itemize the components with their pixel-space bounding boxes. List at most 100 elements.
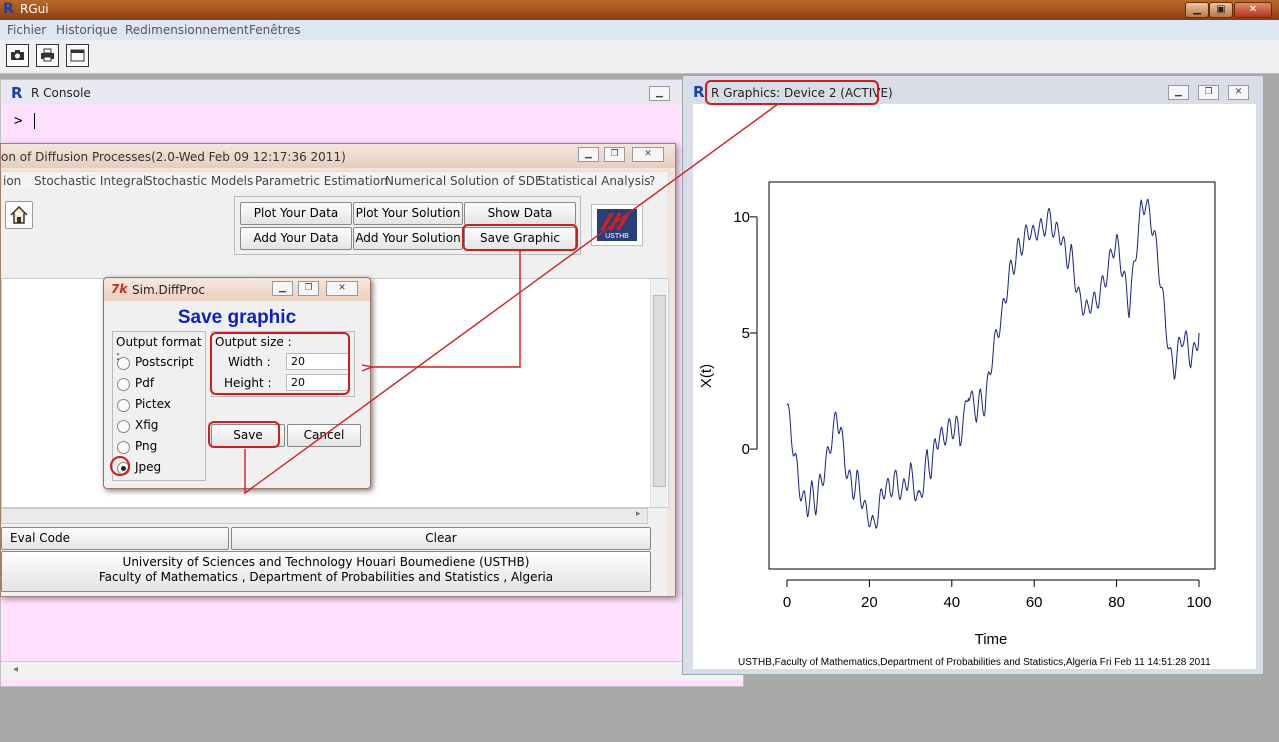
menu-fichier[interactable]: Fichier [7, 23, 46, 37]
scroll-right-icon[interactable]: ▸ [636, 509, 641, 519]
menu-help[interactable]: ? [649, 174, 655, 188]
menu-statistical-analysis[interactable]: Statistical Analysis [538, 174, 651, 188]
tk-feather-icon: 7k [111, 282, 128, 296]
y-tick-label: 10 [733, 209, 750, 226]
dialog-minimize-button[interactable]: ▁ [272, 281, 293, 296]
label-pictex: Pictex [135, 397, 171, 411]
x-tick-label: 60 [1026, 594, 1043, 611]
dialog-heading: Save graphic [177, 307, 297, 328]
university-line-1: University of Sciences and Technology Ho… [122, 555, 530, 569]
dialog-titlebar: 7k Sim.DiffProc ▁ ❐ ✕ [104, 278, 370, 301]
graphics-title-highlight [705, 80, 879, 105]
radio-postscript[interactable] [117, 357, 130, 370]
diffusion-minimize-button[interactable]: ▁ [578, 147, 599, 162]
menu-historique[interactable]: Historique [56, 23, 118, 37]
add-data-button[interactable]: Add Your Data [240, 227, 352, 250]
menu-stochastic-models[interactable]: Stochastic Models [145, 174, 253, 188]
size-highlight [210, 332, 350, 395]
add-solution-button[interactable]: Add Your Solution [353, 227, 463, 250]
console-title: R Console [31, 86, 91, 100]
dialog-content: Save graphic Output format : Postscript … [109, 305, 365, 485]
console-titlebar: R R Console ▁ [1, 80, 743, 104]
text-cursor [34, 113, 35, 129]
dialog-close-button[interactable]: ✕ [326, 281, 358, 296]
y-tick-label: 5 [742, 325, 750, 342]
menu-fenetres[interactable]: Fenêtres [249, 23, 301, 37]
app-title: RGui [20, 2, 49, 16]
y-axis-label: X(t) [698, 364, 715, 388]
x-tick-label: 100 [1186, 594, 1211, 611]
eval-code-button[interactable]: Eval Code [1, 527, 229, 550]
label-xfig: Xfig [135, 418, 159, 432]
series-line [786, 198, 1200, 529]
app-titlebar: R RGui ▁ ▣ ✕ [0, 0, 1279, 20]
menu-stochastic-integral[interactable]: Stochastic Integral [34, 174, 146, 188]
x-tick-label: 0 [783, 594, 791, 611]
eval-code-label: Eval Code [10, 531, 70, 545]
dialog-restore-button[interactable]: ❐ [298, 281, 319, 296]
menu-parametric-estimation[interactable]: Parametric Estimation [255, 174, 388, 188]
clear-button[interactable]: Clear [231, 527, 651, 550]
console-minimize-button[interactable]: ▁ [649, 86, 670, 101]
diffusion-menubar: ion Stochastic Integral Stochastic Model… [1, 171, 669, 191]
vertical-scrollbar[interactable] [650, 279, 667, 507]
menubar: Fichier Historique Redimensionnement Fen… [0, 20, 1279, 40]
horizontal-scrollbar[interactable]: ▸ [1, 508, 648, 524]
show-data-button[interactable]: Show Data [464, 202, 576, 225]
cancel-button[interactable]: Cancel [287, 424, 361, 447]
save-highlight [208, 421, 280, 448]
close-button[interactable]: ✕ [1234, 2, 1272, 18]
camera-icon[interactable] [6, 44, 29, 67]
university-banner: University of Sciences and Technology Ho… [1, 551, 651, 592]
jpeg-highlight [110, 456, 130, 476]
line-chart: 0 20 40 60 80 100 0 5 10 Time X(t) USTHB,Facult… [698, 181, 1216, 668]
dialog-title: Sim.DiffProc [132, 283, 205, 297]
printer-icon[interactable] [36, 44, 59, 67]
label-pdf: Pdf [135, 376, 155, 390]
graphics-close-button[interactable]: ✕ [1228, 85, 1249, 100]
graphics-minimize-button[interactable]: ▁ [1168, 85, 1189, 100]
diffusion-titlebar: on of Diffusion Processes(2.0-Wed Feb 09… [1, 144, 675, 168]
scroll-left-icon[interactable]: ◂ [13, 664, 18, 675]
menu-redimensionnement[interactable]: Redimensionnement [125, 23, 249, 37]
maximize-button[interactable]: ▣ [1209, 2, 1233, 18]
x-axis: 0 20 40 60 80 100 [783, 579, 1212, 611]
usthb-logo: USTHB [591, 204, 643, 246]
radio-png[interactable] [117, 441, 130, 454]
label-postscript: Postscript [135, 355, 194, 369]
save-graphic-dialog: 7k Sim.DiffProc ▁ ❐ ✕ Save graphic Outpu… [103, 277, 371, 489]
r-logo-icon: R [3, 1, 14, 17]
plot-solution-button[interactable]: Plot Your Solution [353, 202, 463, 225]
label-png: Png [135, 439, 158, 453]
minimize-button[interactable]: ▁ [1185, 2, 1209, 18]
graphics-restore-button[interactable]: ❐ [1198, 85, 1219, 100]
r-logo-icon: R [11, 84, 23, 102]
diffusion-restore-button[interactable]: ❐ [604, 147, 625, 162]
diffusion-title: on of Diffusion Processes(2.0-Wed Feb 09… [1, 150, 346, 164]
console-prompt: > [14, 113, 23, 129]
label-jpeg: Jpeg [135, 460, 162, 474]
series-group [786, 198, 1200, 529]
menu-ion[interactable]: ion [3, 174, 21, 188]
radio-pdf[interactable] [117, 378, 130, 391]
plot-frame [768, 181, 1216, 570]
diffusion-close-button[interactable]: ✕ [632, 147, 664, 162]
university-line-2: Faculty of Mathematics , Department of P… [98, 570, 554, 584]
x-axis-label: Time [975, 631, 1008, 648]
plot-data-button[interactable]: Plot Your Data [240, 202, 352, 225]
radio-pictex[interactable] [117, 399, 130, 412]
r-graphics-window: R R Graphics: Device 2 (ACTIVE) ▁ ❐ ✕ 02… [682, 75, 1264, 675]
y-axis: 0 5 10 [733, 209, 758, 458]
x-tick-label: 20 [861, 594, 878, 611]
radio-xfig[interactable] [117, 420, 130, 433]
menu-numerical-solution[interactable]: Numerical Solution of SDE [385, 174, 543, 188]
logo-text: USTHB [605, 233, 629, 240]
console-horizontal-scrollbar[interactable]: ◂ [1, 661, 743, 680]
x-tick-label: 40 [943, 594, 960, 611]
plot-area: 0 20 40 60 80 100 0 5 10 Time X(t) USTHB,Facult… [693, 104, 1256, 669]
home-icon[interactable] [5, 201, 33, 229]
scrollbar-thumb[interactable] [653, 295, 666, 487]
window-icon[interactable] [66, 44, 89, 67]
save-graphic-highlight [462, 224, 578, 251]
graphics-footer: USTHB,Faculty of Mathematics,Department … [738, 657, 1211, 668]
